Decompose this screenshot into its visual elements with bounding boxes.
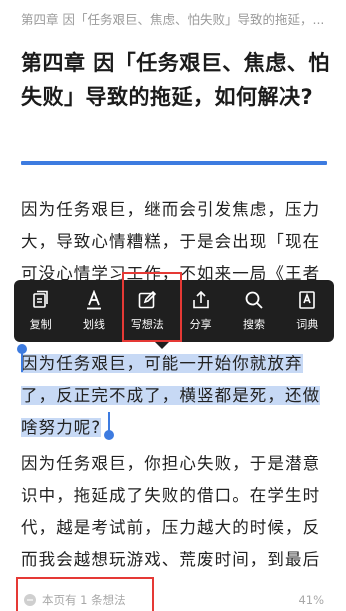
top-bar: 第四章 因「任务艰巨、焦虑、怕失败」导致的拖延，...	[0, 0, 346, 36]
share-label: 分享	[189, 318, 212, 331]
selection-end-handle[interactable]	[104, 412, 114, 440]
share-icon	[191, 290, 211, 316]
paragraph-2-selected[interactable]: 因为任务艰巨，可能一开始你就放弃了，反正完不成了，横竖都是死，还做啥努力呢?	[21, 348, 331, 444]
underline-icon	[84, 290, 104, 316]
dictionary-button[interactable]: 词典	[281, 280, 334, 342]
search-icon	[244, 290, 264, 316]
underline-label: 划线	[82, 318, 105, 331]
chapter-breadcrumb[interactable]: 第四章 因「任务艰巨、焦虑、怕失败」导致的拖延，...	[21, 9, 331, 28]
copy-button[interactable]: 复制	[14, 280, 67, 342]
paragraph-3[interactable]: 因为任务艰巨，你担心失败，于是潜意识中，拖延成了失败的借口。在学生时代，越是考试…	[21, 448, 331, 576]
dictionary-icon	[297, 290, 317, 316]
selected-text[interactable]: 因为任务艰巨，可能一开始你就放弃了，反正完不成了，横竖都是死，还做啥努力呢?	[21, 354, 321, 437]
selection-start-handle[interactable]	[17, 344, 27, 372]
search-label: 搜索	[242, 318, 265, 331]
annotation-box-notes	[16, 577, 154, 611]
annotation-box-write-note	[122, 272, 182, 342]
reading-progress: 41%	[298, 593, 324, 607]
copy-icon	[31, 290, 51, 316]
dictionary-label: 词典	[296, 318, 319, 331]
search-button[interactable]: 搜索	[227, 280, 280, 342]
title-divider	[21, 161, 327, 165]
copy-label: 复制	[29, 318, 52, 331]
chapter-title: 第四章 因「任务艰巨、焦虑、怕失败」导致的拖延，如何解决?	[21, 51, 330, 109]
underline-button[interactable]: 划线	[67, 280, 120, 342]
